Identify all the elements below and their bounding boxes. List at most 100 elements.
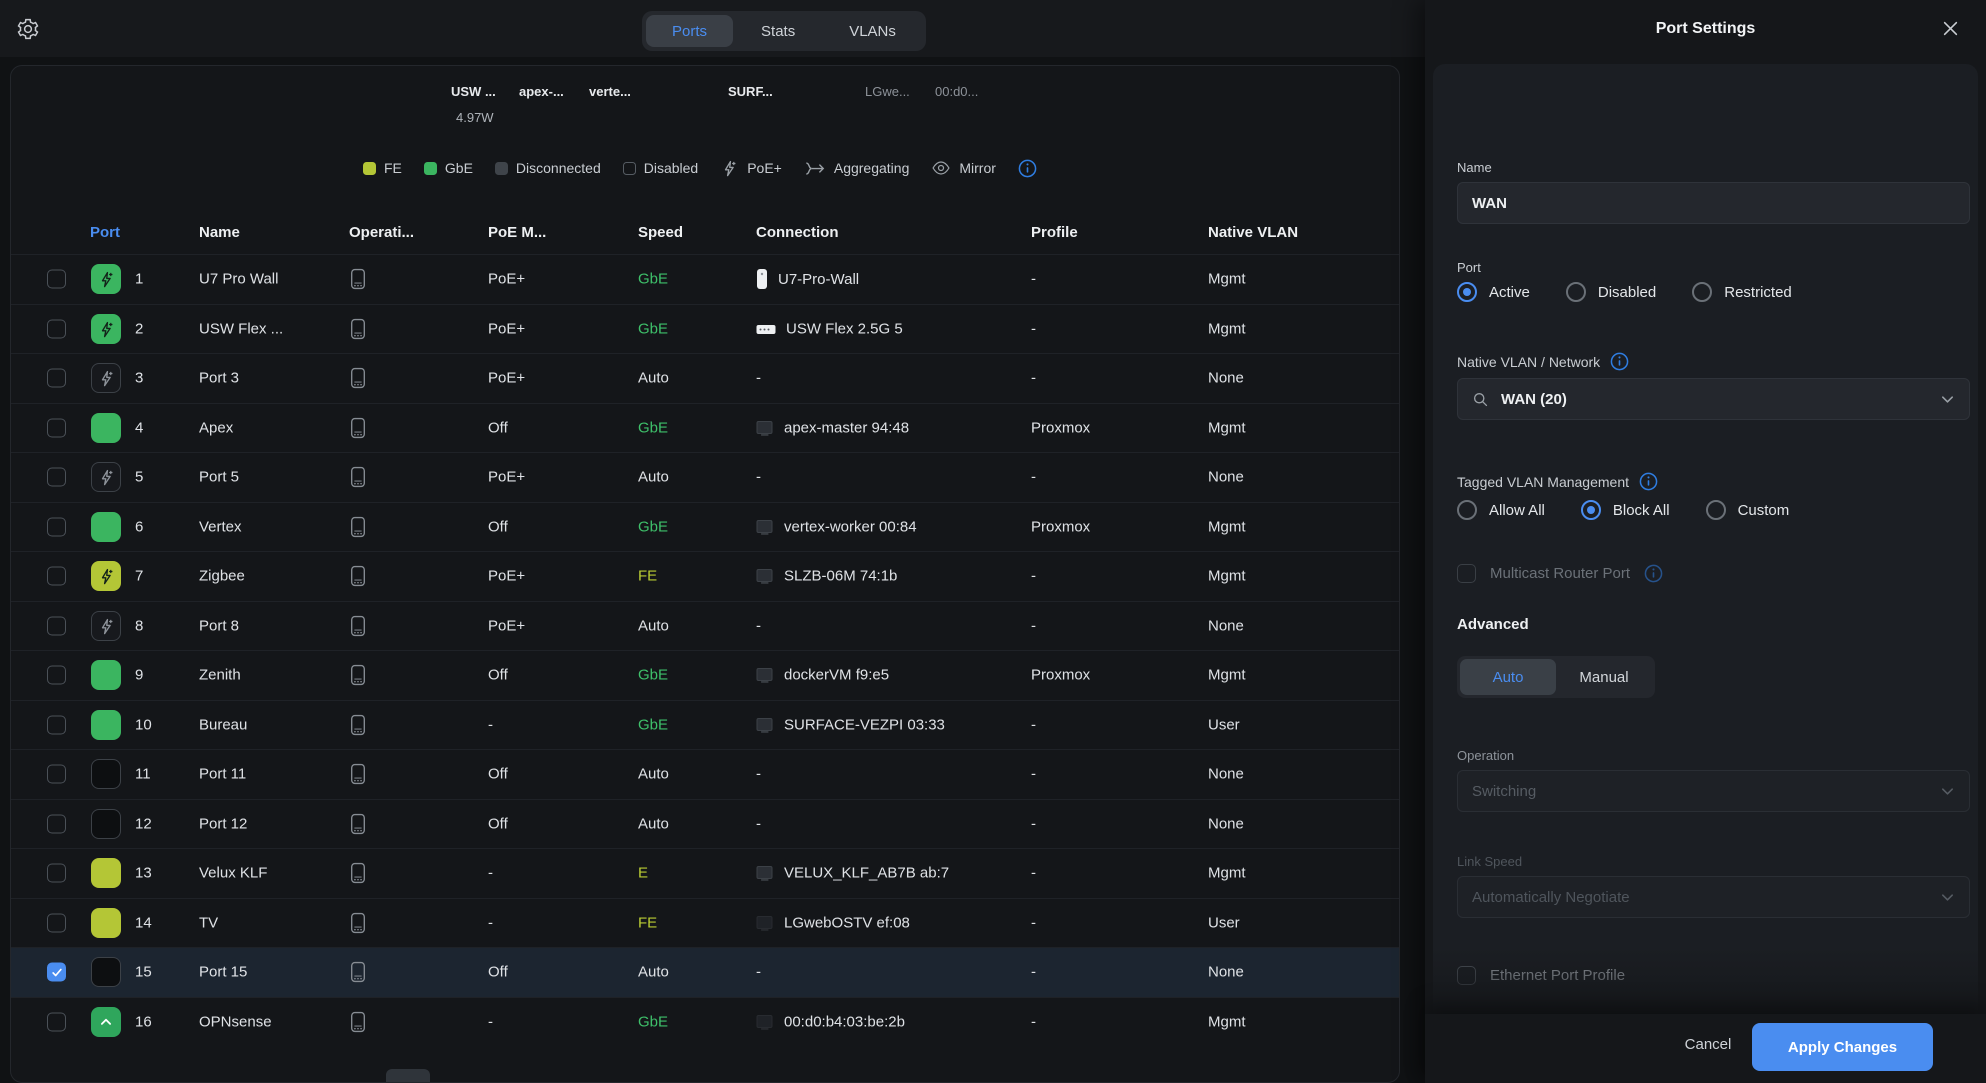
speed-value: GbE — [638, 1014, 668, 1031]
radio-button[interactable] — [1457, 282, 1477, 302]
column-header-native-vlan[interactable]: Native VLAN — [1208, 224, 1298, 241]
tab-stats[interactable]: Stats — [735, 15, 821, 47]
operation-switch-icon — [349, 516, 367, 538]
row-checkbox[interactable] — [47, 518, 66, 537]
tagged-vlan-radio-allow-all[interactable]: Allow All — [1457, 500, 1545, 520]
table-row-port-7[interactable]: 7ZigbeePoE+FESLZB-06M 74:1b-Mgmt — [11, 551, 1399, 601]
table-row-port-6[interactable]: 6VertexOffGbEvertex-worker 00:84ProxmoxM… — [11, 502, 1399, 552]
port-name: Apex — [199, 420, 233, 437]
column-header-port[interactable]: Port — [90, 224, 120, 241]
legend-label: Disabled — [644, 160, 698, 176]
native-vlan-value: Mgmt — [1208, 568, 1246, 585]
port-status-icon-poe-off — [91, 611, 121, 641]
native-vlan-value: Mgmt — [1208, 519, 1246, 536]
column-header-name[interactable]: Name — [199, 224, 240, 241]
table-row-port-9[interactable]: 9ZenithOffGbEdockerVM f9:e5ProxmoxMgmt — [11, 650, 1399, 700]
table-row-port-16[interactable]: 16OPNsense-GbE00:d0:b4:03:be:2b-Mgmt — [11, 997, 1399, 1047]
profile-value: Proxmox — [1031, 519, 1090, 536]
cancel-button[interactable]: Cancel — [1671, 1036, 1745, 1053]
radio-label: Restricted — [1724, 284, 1792, 301]
ports-table-card: USW ...apex-...verte...SURF...LGwe...00:… — [10, 65, 1400, 1083]
tagged-vlan-radio-block-all[interactable]: Block All — [1581, 500, 1670, 520]
tagged-vlan-info-icon[interactable] — [1639, 472, 1658, 491]
column-header-speed[interactable]: Speed — [638, 224, 683, 241]
row-checkbox[interactable] — [47, 270, 66, 289]
radio-button[interactable] — [1457, 500, 1477, 520]
row-checkbox[interactable] — [47, 419, 66, 438]
radio-button[interactable] — [1566, 282, 1586, 302]
legend-label: FE — [384, 160, 402, 176]
native-vlan-select[interactable]: WAN (20) — [1457, 378, 1970, 420]
ethernet-profile-checkbox-row[interactable]: Ethernet Port Profile — [1457, 966, 1625, 985]
table-row-port-4[interactable]: 4ApexOffGbEapex-master 94:48ProxmoxMgmt — [11, 403, 1399, 453]
speed-value: Auto — [638, 469, 669, 486]
port-number: 13 — [135, 865, 152, 882]
tagged-vlan-radio-custom[interactable]: Custom — [1706, 500, 1790, 520]
name-input[interactable]: WAN — [1457, 182, 1970, 224]
column-header-connection[interactable]: Connection — [756, 224, 839, 241]
row-checkbox[interactable] — [47, 320, 66, 339]
advanced-mode-manual[interactable]: Manual — [1556, 659, 1652, 695]
tab-ports[interactable]: Ports — [646, 15, 733, 47]
ethernet-profile-checkbox[interactable] — [1457, 966, 1476, 985]
table-row-port-1[interactable]: 1U7 Pro WallPoE+GbEU7-Pro-Wall-Mgmt — [11, 254, 1399, 304]
row-checkbox[interactable] — [47, 815, 66, 834]
row-checkbox[interactable] — [47, 765, 66, 784]
row-checkbox[interactable] — [47, 963, 66, 982]
port-state-radio-disabled[interactable]: Disabled — [1566, 282, 1656, 302]
port-state-radio-restricted[interactable]: Restricted — [1692, 282, 1792, 302]
row-checkbox[interactable] — [47, 1013, 66, 1032]
row-checkbox[interactable] — [47, 914, 66, 933]
radio-button[interactable] — [1581, 500, 1601, 520]
aggregating-icon — [804, 161, 826, 176]
port-name: Bureau — [199, 717, 247, 734]
native-vlan-value: None — [1208, 964, 1244, 981]
table-row-port-5[interactable]: 5Port 5PoE+Auto--None — [11, 452, 1399, 502]
row-checkbox[interactable] — [47, 666, 66, 685]
tab-vlans[interactable]: VLANs — [823, 15, 922, 47]
multicast-router-checkbox[interactable] — [1457, 564, 1476, 583]
column-header-operati[interactable]: Operati... — [349, 224, 414, 241]
table-row-port-10[interactable]: 10Bureau-GbESURFACE-VEZPI 03:33-User — [11, 700, 1399, 750]
connection-name: U7-Pro-Wall — [778, 271, 859, 288]
link-speed-label: Link Speed — [1457, 854, 1522, 869]
radio-button[interactable] — [1706, 500, 1726, 520]
table-row-port-15[interactable]: 15Port 15OffAuto--None — [11, 947, 1399, 997]
port-name: Zigbee — [199, 568, 245, 585]
table-row-port-12[interactable]: 12Port 12OffAuto--None — [11, 799, 1399, 849]
poe-mode: - — [488, 915, 493, 932]
table-row-port-2[interactable]: 2USW Flex ...PoE+GbEUSW Flex 2.5G 5-Mgmt — [11, 304, 1399, 354]
column-header-poe-m[interactable]: PoE M... — [488, 224, 546, 241]
panel-footer: Cancel Apply Changes — [1425, 1014, 1986, 1083]
table-row-port-14[interactable]: 14TV-FELGwebOSTV ef:08-User — [11, 898, 1399, 948]
tagged-vlan-radio-group: Allow All Block All Custom — [1457, 500, 1789, 520]
advanced-mode-auto[interactable]: Auto — [1460, 659, 1556, 695]
legend-item-gbe: GbE — [424, 160, 473, 176]
settings-gear-icon[interactable] — [16, 17, 40, 41]
native-vlan-info-icon[interactable] — [1610, 352, 1629, 371]
pagination-button-partial[interactable] — [386, 1069, 430, 1083]
radio-button[interactable] — [1692, 282, 1712, 302]
connection-name: vertex-worker 00:84 — [784, 519, 917, 536]
row-checkbox[interactable] — [47, 617, 66, 636]
row-checkbox[interactable] — [47, 369, 66, 388]
table-row-port-3[interactable]: 3Port 3PoE+Auto--None — [11, 353, 1399, 403]
port-state-radio-active[interactable]: Active — [1457, 282, 1530, 302]
row-checkbox[interactable] — [47, 567, 66, 586]
multicast-router-checkbox-row[interactable]: Multicast Router Port — [1457, 564, 1663, 583]
gbe-swatch-icon — [424, 162, 437, 175]
legend-info-icon[interactable] — [1018, 159, 1037, 178]
row-checkbox[interactable] — [47, 468, 66, 487]
table-row-port-8[interactable]: 8Port 8PoE+Auto--None — [11, 601, 1399, 651]
multicast-info-icon[interactable] — [1644, 564, 1663, 583]
row-checkbox[interactable] — [47, 864, 66, 883]
table-row-port-13[interactable]: 13Velux KLF-EVELUX_KLF_AB7B ab:7-Mgmt — [11, 848, 1399, 898]
connection-cell: - — [756, 816, 761, 833]
row-checkbox[interactable] — [47, 716, 66, 735]
close-icon[interactable] — [1942, 20, 1960, 38]
connection-name: LGwebOSTV ef:08 — [784, 915, 910, 932]
apply-changes-button[interactable]: Apply Changes — [1752, 1023, 1933, 1071]
table-row-port-11[interactable]: 11Port 11OffAuto--None — [11, 749, 1399, 799]
native-vlan-value: Mgmt — [1208, 865, 1246, 882]
column-header-profile[interactable]: Profile — [1031, 224, 1078, 241]
